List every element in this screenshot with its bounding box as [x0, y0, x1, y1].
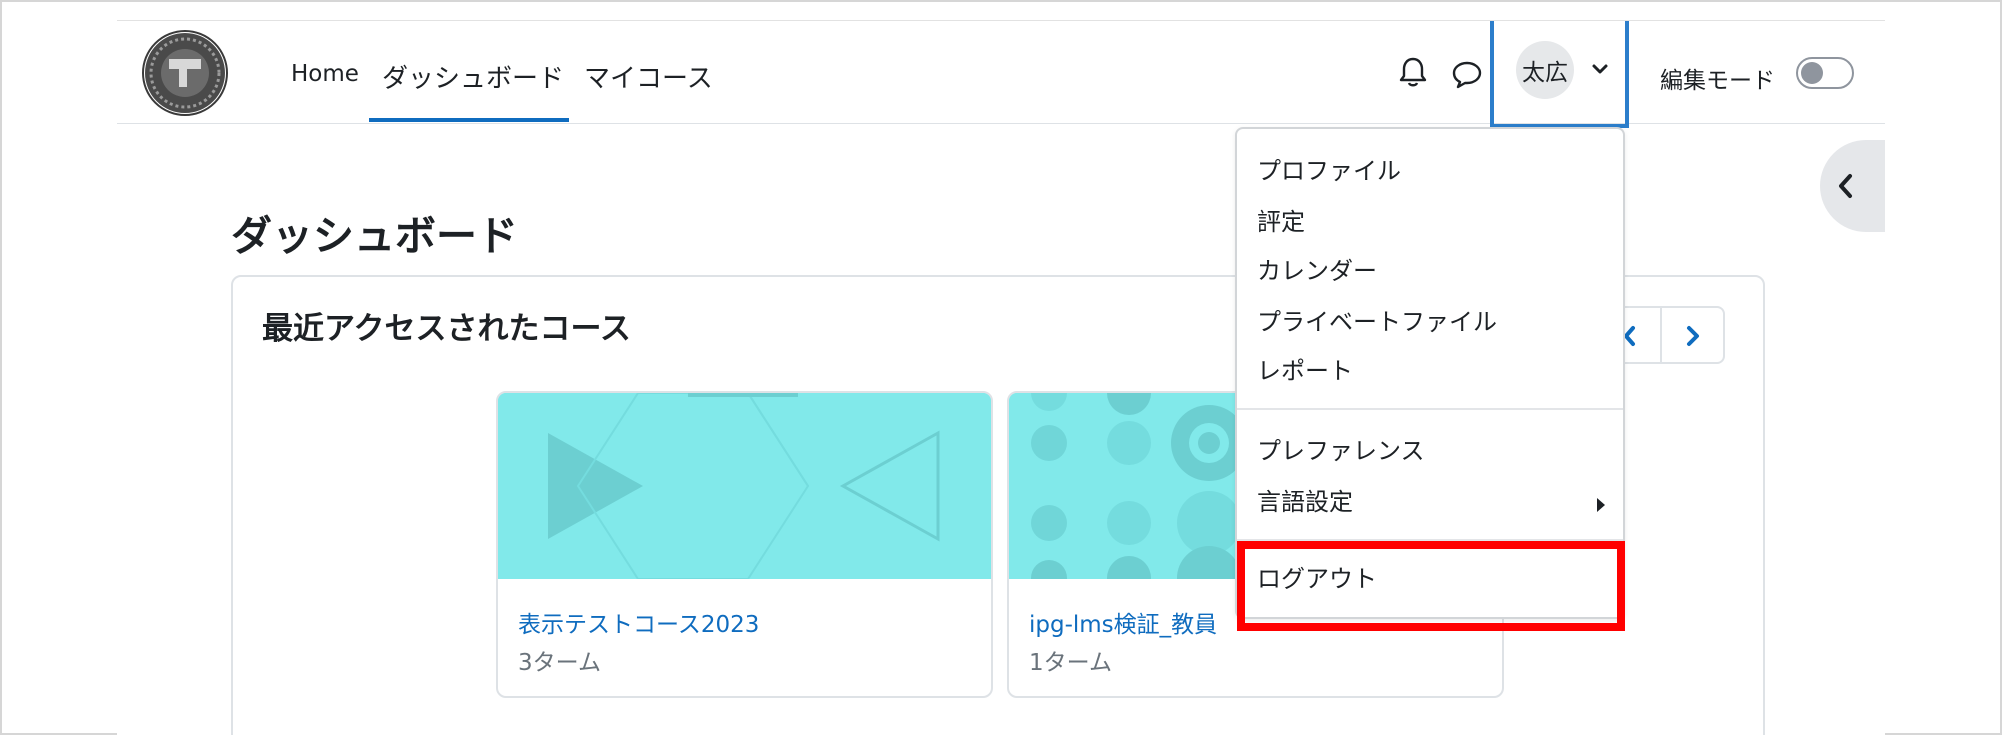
menu-item-private-files[interactable]: プライベートファイル [1257, 302, 1497, 337]
menu-divider [1237, 408, 1623, 410]
menu-item-reports[interactable]: レポート [1257, 351, 1353, 386]
course-card[interactable]: 表示テストコース2023 3ターム [496, 391, 993, 698]
chat-bubble-icon[interactable] [1451, 59, 1483, 89]
chevron-down-icon [1592, 64, 1608, 74]
menu-item-profile[interactable]: プロファイル [1257, 151, 1401, 186]
site-logo[interactable] [139, 29, 231, 117]
course-image [498, 393, 991, 579]
moodle-page: Home ダッシュボード マイコース 太広 編集モード ダッシュボード 最近アク… [117, 20, 1885, 735]
nav-my-courses[interactable]: マイコース [584, 58, 713, 95]
menu-item-grades[interactable]: 評定 [1257, 202, 1305, 237]
chevron-right-icon[interactable] [1665, 312, 1721, 360]
menu-item-language[interactable]: 言語設定 [1257, 482, 1353, 517]
avatar: 太広 [1516, 41, 1574, 99]
menu-item-logout[interactable]: ログアウト [1257, 559, 1377, 594]
nav-active-indicator [369, 118, 569, 122]
top-navbar: Home ダッシュボード マイコース 太広 編集モード [117, 20, 1885, 128]
toggle-knob [1801, 62, 1823, 84]
course-category: 1ターム [1029, 650, 1112, 676]
menu-item-calendar[interactable]: カレンダー [1257, 251, 1377, 286]
bell-icon[interactable] [1397, 55, 1429, 89]
pager-divider [1660, 308, 1662, 362]
course-name[interactable]: ipg-lms検証_教員 [1029, 605, 1217, 639]
block-title: 最近アクセスされたコース [262, 311, 631, 347]
user-menu-toggle[interactable]: 太広 [1490, 21, 1629, 128]
edit-mode-label: 編集モード [1660, 68, 1775, 94]
caret-right-icon [1597, 498, 1605, 512]
menu-item-preferences[interactable]: プレファレンス [1257, 431, 1425, 466]
chevron-left-icon [1839, 174, 1852, 198]
nav-dashboard[interactable]: ダッシュボード [382, 58, 564, 95]
menu-divider [1237, 539, 1623, 541]
course-category: 3ターム [518, 650, 601, 676]
edit-mode-toggle[interactable] [1796, 57, 1854, 89]
user-menu-dropdown: プロファイル 評定 カレンダー プライベートファイル レポート プレファレンス … [1235, 127, 1625, 619]
nav-home[interactable]: Home [291, 61, 359, 87]
page-title: ダッシュボード [231, 212, 518, 260]
drawer-toggle-button[interactable] [1820, 140, 1885, 232]
course-name[interactable]: 表示テストコース2023 [518, 605, 759, 639]
